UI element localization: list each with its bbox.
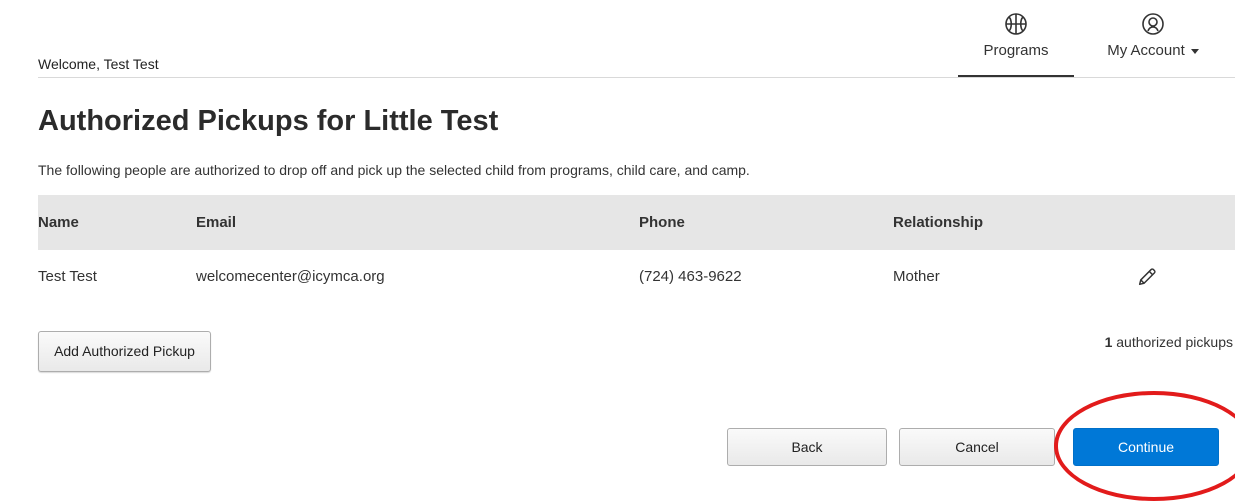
- header: Welcome, Test Test Programs My Account: [0, 0, 1235, 78]
- chevron-down-icon: [1190, 48, 1199, 54]
- header-divider: [38, 77, 1235, 78]
- cell-phone: (724) 463-9622: [639, 268, 742, 285]
- add-authorized-pickup-button[interactable]: Add Authorized Pickup: [38, 331, 211, 372]
- user-circle-icon: [1142, 13, 1164, 35]
- table-row: Test Test welcomecenter@icymca.org (724)…: [38, 250, 1235, 304]
- welcome-text: Welcome, Test Test: [38, 56, 159, 72]
- cell-email: welcomecenter@icymca.org: [196, 268, 385, 285]
- cell-relationship: Mother: [893, 268, 940, 285]
- back-button[interactable]: Back: [727, 428, 887, 466]
- cancel-button[interactable]: Cancel: [899, 428, 1055, 466]
- nav-my-account-label: My Account: [1094, 42, 1212, 59]
- column-header-email: Email: [196, 214, 237, 231]
- column-header-name: Name: [38, 214, 79, 231]
- column-header-phone: Phone: [639, 214, 685, 231]
- pickup-count-label: authorized pickups: [1112, 334, 1233, 350]
- cell-name: Test Test: [38, 268, 97, 285]
- nav-programs[interactable]: Programs: [958, 0, 1074, 78]
- basketball-icon: [1005, 13, 1027, 35]
- pickup-count: 1 authorized pickups: [1105, 334, 1233, 350]
- nav-programs-label: Programs: [983, 42, 1049, 59]
- pencil-icon[interactable]: [1136, 266, 1158, 288]
- page-description: The following people are authorized to d…: [38, 162, 750, 178]
- authorized-pickups-table: Name Email Phone Relationship Test Test …: [38, 195, 1235, 304]
- table-header: Name Email Phone Relationship: [38, 195, 1235, 250]
- nav-my-account[interactable]: My Account: [1094, 0, 1212, 78]
- continue-button[interactable]: Continue: [1073, 428, 1219, 466]
- column-header-relationship: Relationship: [893, 214, 984, 231]
- page-title: Authorized Pickups for Little Test: [38, 105, 499, 137]
